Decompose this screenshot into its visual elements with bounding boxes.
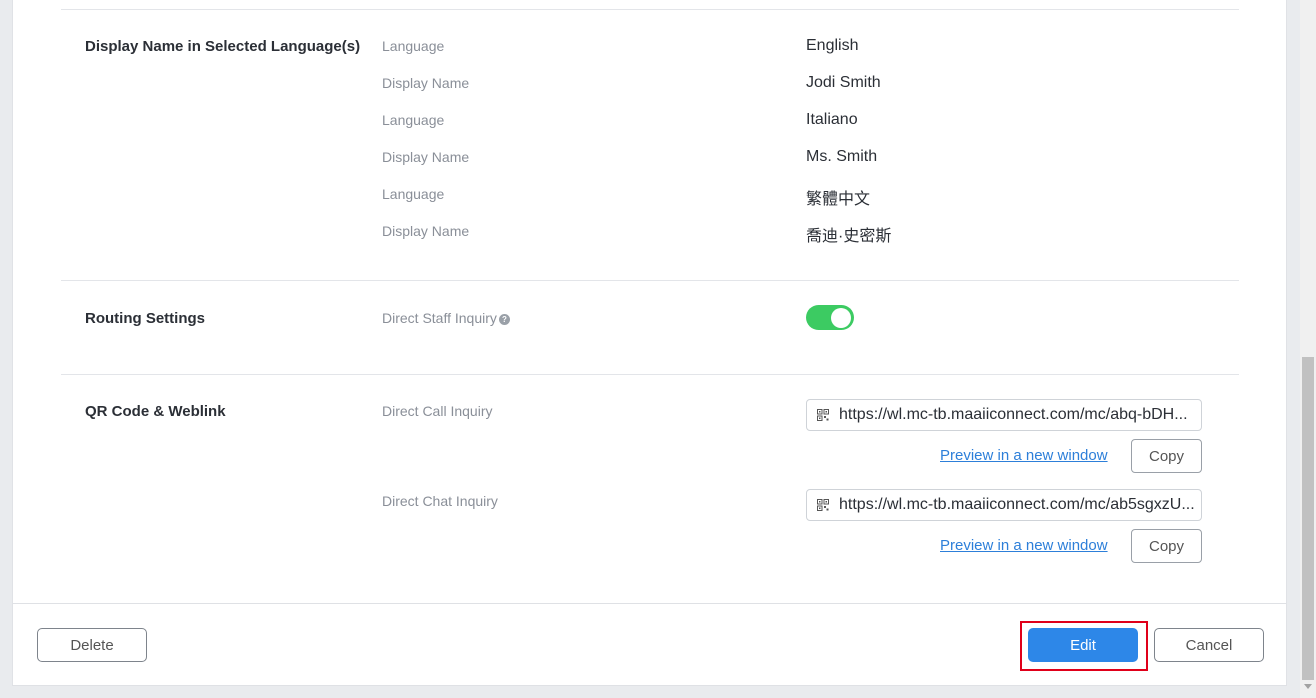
qr-code-icon [817,409,829,421]
section-title-qr: QR Code & Weblink [85,403,226,420]
edit-button[interactable]: Edit [1028,628,1138,662]
field-value-display-name: Ms. Smith [806,148,878,165]
cancel-button[interactable]: Cancel [1154,628,1264,662]
scrollbar-thumb[interactable] [1302,357,1314,680]
field-value-display-name: 喬迪·史密斯 [806,228,892,245]
section-title-routing: Routing Settings [85,310,205,327]
delete-button[interactable]: Delete [37,628,147,662]
section-title-display-name: Display Name in Selected Language(s) [85,38,361,55]
field-label-language: Language [382,112,445,128]
field-label-direct-staff-inquiry: Direct Staff Inquiry? [382,310,510,326]
field-label-direct-call-inquiry: Direct Call Inquiry [382,403,493,419]
field-label-display-name: Display Name [382,149,470,165]
field-value-language: Italiano [806,111,858,128]
direct-staff-inquiry-toggle[interactable] [806,305,854,330]
field-label-direct-chat-inquiry: Direct Chat Inquiry [382,493,498,509]
direct-chat-url-text: https://wl.mc-tb.maaiiconnect.com/mc/ab5… [839,496,1195,513]
divider-routing [61,280,1239,281]
action-footer: Delete Edit Cancel [12,603,1287,686]
field-label-display-name: Display Name [382,223,470,239]
field-label-language: Language [382,38,445,54]
page: Display Name in Selected Language(s) Lan… [0,0,1316,698]
vertical-scrollbar[interactable] [1300,0,1316,698]
toggle-knob [831,307,851,328]
direct-chat-url-field[interactable]: https://wl.mc-tb.maaiiconnect.com/mc/ab5… [806,489,1202,521]
direct-chat-copy-button[interactable]: Copy [1131,529,1202,563]
direct-call-url-text: https://wl.mc-tb.maaiiconnect.com/mc/abq… [839,406,1188,423]
scroll-down-arrow-icon[interactable] [1304,684,1312,689]
detail-card: Display Name in Selected Language(s) Lan… [12,0,1287,603]
direct-chat-preview-link[interactable]: Preview in a new window [940,537,1108,554]
field-value-language: English [806,37,859,54]
field-value-language: 繁體中文 [806,191,871,208]
direct-call-preview-link[interactable]: Preview in a new window [940,447,1108,464]
field-label-language: Language [382,186,445,202]
help-circle-icon[interactable]: ? [498,314,510,325]
field-value-display-name: Jodi Smith [806,74,881,91]
direct-staff-inquiry-text: Direct Staff Inquiry [382,310,497,326]
direct-call-url-field[interactable]: https://wl.mc-tb.maaiiconnect.com/mc/abq… [806,399,1202,431]
field-label-display-name: Display Name [382,75,470,91]
divider-top [61,9,1239,10]
direct-call-copy-button[interactable]: Copy [1131,439,1202,473]
qr-code-icon [817,499,829,511]
divider-qr [61,374,1239,375]
